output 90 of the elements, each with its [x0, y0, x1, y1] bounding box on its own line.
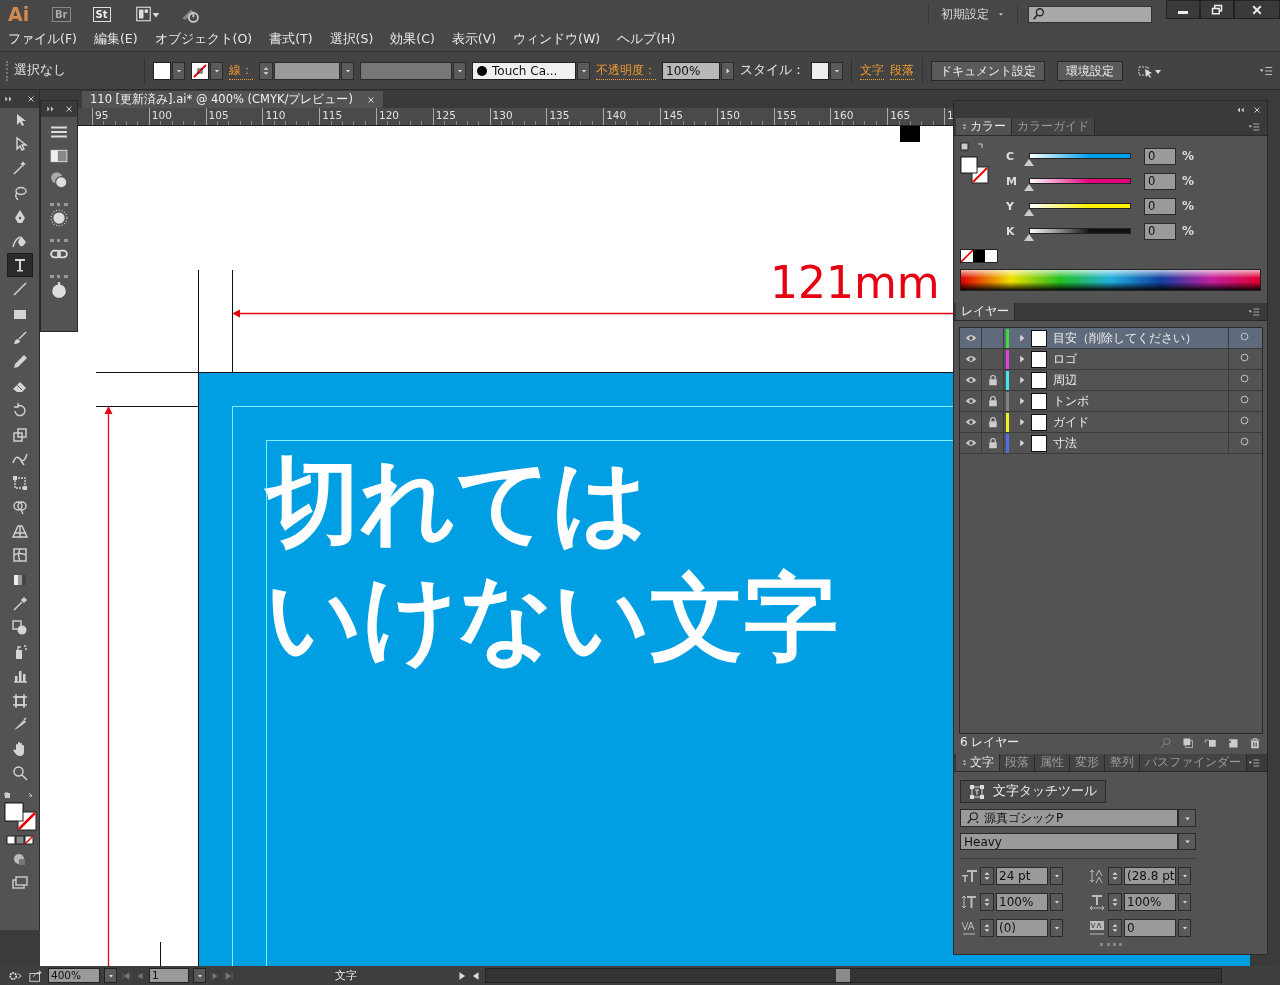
ruler-label: 95: [95, 109, 109, 121]
panel-link[interactable]: 段落: [890, 61, 914, 80]
ruler-label: 115: [322, 109, 343, 121]
brush-field[interactable]: Touch Ca...: [472, 61, 576, 80]
layer-name: 寸法: [1053, 434, 1078, 452]
ruler-label: 100: [151, 109, 172, 121]
layer-name: 目安（削除してください）: [1053, 329, 1198, 347]
menu-item[interactable]: 書式(T): [269, 31, 313, 48]
app-logo: Ai: [8, 3, 31, 25]
menu-item[interactable]: 表示(V): [451, 31, 497, 48]
touch-type-button[interactable]: 文字タッチツール: [960, 780, 1106, 804]
stock-button[interactable]: St: [92, 6, 111, 22]
panel-tab[interactable]: レイヤー: [956, 303, 1015, 320]
value-field[interactable]: 100%: [1124, 893, 1176, 911]
channel-label: K: [1006, 224, 1016, 238]
ruler-label: 110: [265, 109, 286, 121]
layer-count: 6 レイヤー: [960, 734, 1021, 751]
layer-name: ロゴ: [1053, 350, 1078, 368]
ruler-label: 145: [662, 109, 683, 121]
unit-label: %: [1182, 224, 1195, 238]
layer-row[interactable]: ロゴ: [960, 349, 1262, 370]
menu-item[interactable]: 効果(C): [390, 31, 435, 48]
layer-name: 周辺: [1053, 371, 1078, 389]
value-field[interactable]: 100%: [996, 893, 1048, 911]
zoom-field[interactable]: 400%: [48, 968, 100, 983]
value-field[interactable]: 0: [1144, 222, 1176, 240]
panel-tab[interactable]: 整列: [1105, 754, 1140, 771]
document-title: 110 [更新済み].ai* @ 400% (CMYK/プレビュー): [90, 92, 353, 107]
channel-label: C: [1006, 149, 1016, 163]
value-field[interactable]: 24 pt: [996, 867, 1048, 885]
channel-label: Y: [1006, 199, 1015, 213]
font-family-field[interactable]: 源真ゴシックP: [960, 809, 1178, 828]
ruler-label: 135: [549, 109, 570, 121]
layer-row[interactable]: 目安（削除してください）: [960, 328, 1262, 349]
unit-label: %: [1182, 149, 1195, 163]
panel-tab[interactable]: カラー: [956, 118, 1012, 135]
layer-name: ガイド: [1053, 413, 1090, 431]
ruler-label: 130: [492, 109, 513, 121]
menu-item[interactable]: ヘルプ(H): [617, 31, 676, 48]
dimension-label: 121mm: [770, 258, 940, 308]
brush-name: Touch Ca...: [492, 63, 558, 78]
ruler-label: 125: [435, 109, 456, 121]
menu-item[interactable]: 編集(E): [93, 31, 138, 48]
opacity-link[interactable]: 不透明度：: [596, 61, 656, 80]
value-field[interactable]: (28.8 pt: [1124, 867, 1176, 885]
layer-row[interactable]: ガイド: [960, 412, 1262, 433]
layer-name: トンボ: [1053, 392, 1090, 410]
ruler-label: 165: [890, 109, 911, 121]
settings-button[interactable]: ドキュメント設定: [931, 60, 1045, 81]
ruler-label: 160: [833, 109, 854, 121]
ruler-label: 105: [208, 109, 229, 121]
settings-button[interactable]: 環境設定: [1057, 60, 1123, 81]
font-style-field[interactable]: Heavy: [960, 833, 1178, 851]
unit-label: %: [1182, 199, 1195, 213]
ruler-label: 150: [719, 109, 740, 121]
ruler-label: 155: [776, 109, 797, 121]
ruler-label: 120: [379, 109, 400, 121]
unit-label: %: [1182, 174, 1195, 188]
channel-label: M: [1006, 174, 1018, 188]
value-field[interactable]: 0: [1144, 147, 1176, 165]
headline-text: 切れては いけない文字: [266, 446, 838, 674]
value-field[interactable]: 0: [1144, 172, 1176, 190]
value-field[interactable]: (0): [996, 919, 1048, 937]
value-field[interactable]: 0: [1144, 197, 1176, 215]
opacity-field[interactable]: 100%: [662, 61, 720, 80]
panel-tab[interactable]: 文字: [956, 754, 1000, 771]
workspace-switcher[interactable]: 初期設定: [928, 3, 1018, 25]
selection-status: 選択なし: [14, 62, 67, 79]
ruler-label: 1: [946, 109, 954, 121]
menu-item[interactable]: オブジェクト(O): [154, 31, 253, 48]
bridge-button[interactable]: Br: [52, 6, 71, 22]
document-tab[interactable]: 110 [更新済み].ai* @ 400% (CMYK/プレビュー): [82, 91, 383, 108]
panel-tab[interactable]: 段落: [1000, 754, 1035, 771]
value-field[interactable]: 0: [1124, 919, 1176, 937]
ruler-label: 140: [606, 109, 627, 121]
layer-row[interactable]: 周辺: [960, 370, 1262, 391]
layer-row[interactable]: 寸法: [960, 433, 1262, 454]
panel-link[interactable]: 文字: [860, 61, 884, 80]
panel-tab[interactable]: パスファインダー: [1140, 754, 1247, 771]
panel-tab[interactable]: カラーガイド: [1012, 118, 1095, 135]
menu-item[interactable]: 選択(S): [329, 31, 374, 48]
current-tool-label: 文字: [333, 968, 358, 983]
panel-tab[interactable]: 属性: [1035, 754, 1070, 771]
panel-tab[interactable]: 変形: [1070, 754, 1105, 771]
artboard-field[interactable]: 1: [149, 968, 189, 983]
menu-item[interactable]: ファイル(F): [8, 31, 77, 48]
stroke-link[interactable]: 線：: [229, 61, 253, 80]
style-label: スタイル：: [740, 62, 805, 79]
menu-item[interactable]: ウィンドウ(W): [513, 31, 601, 48]
layer-row[interactable]: トンボ: [960, 391, 1262, 412]
